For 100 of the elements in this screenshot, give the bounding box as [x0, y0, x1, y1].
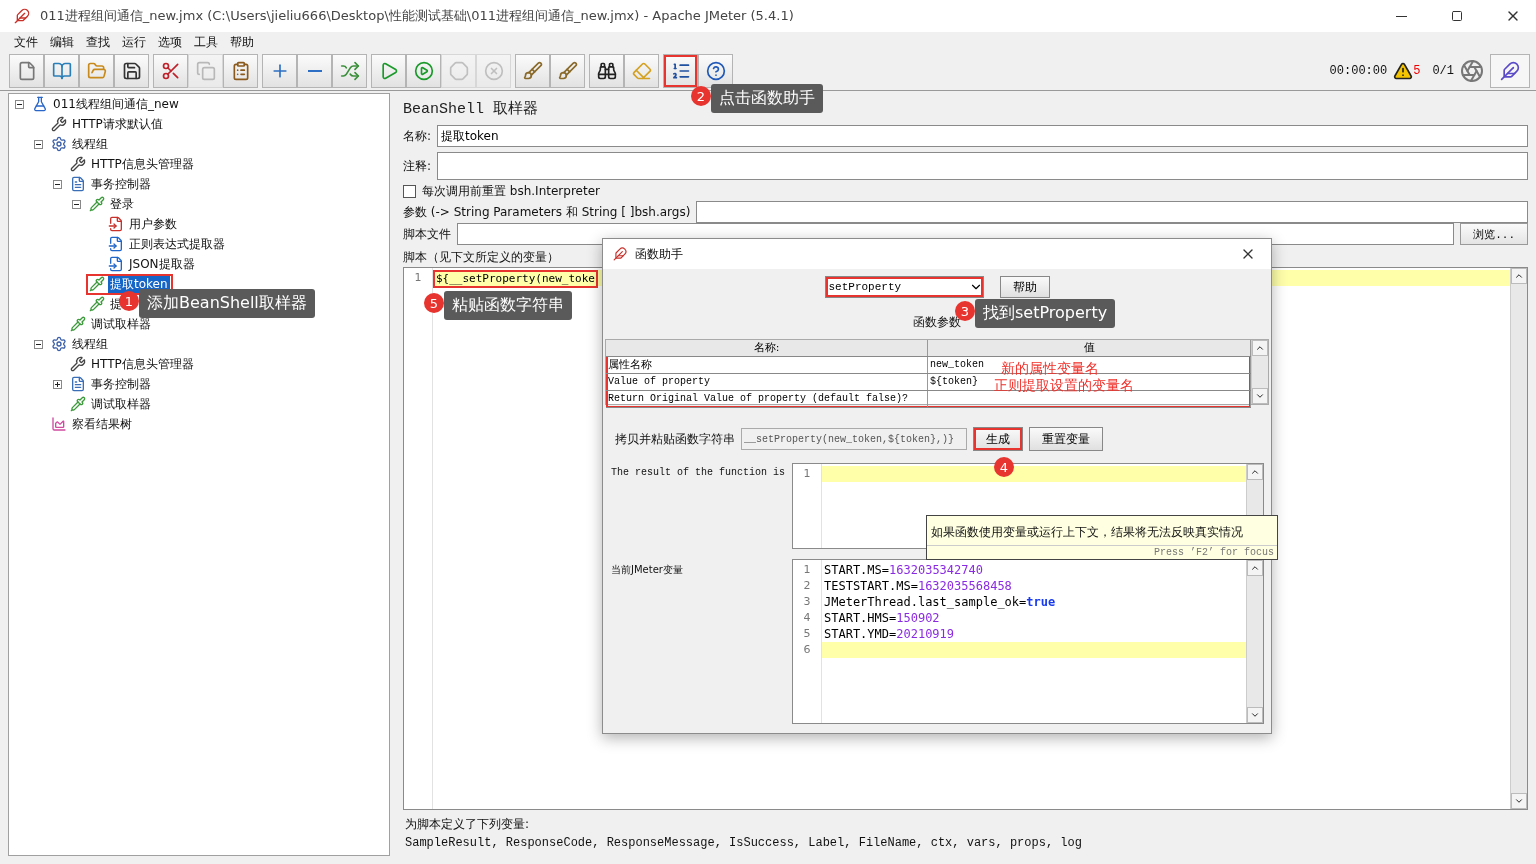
wrench-icon: [70, 156, 86, 172]
circle-x-icon: [483, 61, 504, 81]
binoculars-icon: [596, 61, 617, 81]
maximize-icon: [1451, 10, 1463, 22]
comment-field[interactable]: [437, 152, 1528, 180]
collapse-toggle-icon[interactable]: [34, 139, 43, 149]
page-arrow-icon: [108, 216, 124, 232]
menu-item[interactable]: 运行: [116, 33, 152, 51]
tree-item[interactable]: HTTP请求默认值: [70, 115, 165, 133]
scroll-down-icon[interactable]: [1514, 796, 1524, 806]
toolbar-button[interactable]: [663, 54, 698, 88]
tree-item[interactable]: HTTP信息头管理器: [89, 355, 196, 373]
tree-item[interactable]: 线程组: [70, 135, 110, 153]
tree-item[interactable]: 正则表达式提取器: [127, 235, 227, 253]
code-line: START.MS=1632035342740: [824, 563, 983, 577]
tree-item[interactable]: JSON提取器: [127, 255, 197, 273]
scrollbar[interactable]: [1510, 268, 1527, 809]
warning-count: 5: [1413, 64, 1421, 78]
browse-button[interactable]: 浏览...: [1460, 223, 1528, 245]
code-line: START.YMD=20210919: [824, 627, 955, 641]
scroll-up-icon[interactable]: [1514, 271, 1524, 281]
menu-item[interactable]: 编辑: [44, 33, 80, 51]
field-label: 脚本文件: [403, 225, 451, 243]
step-badge: 2: [691, 86, 711, 106]
tree-item[interactable]: 察看结果树: [70, 415, 134, 433]
variables-editor[interactable]: 1 2 3 4 5 6 START.MS=1632035342740 TESTSTART.MS=1632035568458 JMeterThread.last_sample_ok=true START.HMS=150902 START.YMD=20210919: [792, 559, 1264, 724]
field-label: 参数 (-> String Parameters 和 String [ ]bsh.args): [403, 203, 691, 221]
tree-item[interactable]: 登录: [108, 195, 136, 213]
table-cell[interactable]: new_token: [930, 358, 984, 372]
scroll-up-icon[interactable]: [1250, 563, 1260, 573]
chart-icon: [51, 416, 67, 432]
collapse-toggle-icon[interactable]: [72, 199, 81, 209]
code-line: ${__setProperty(new_toke: [433, 270, 598, 288]
gear-icon: [51, 136, 67, 152]
panel-title: BeanShell 取样器: [403, 101, 538, 119]
table-cell[interactable]: ${token}: [930, 375, 978, 389]
function-string-field[interactable]: __setProperty(new_token,${token},)}: [741, 428, 967, 450]
wrench-icon: [70, 356, 86, 372]
gear-icon: [51, 336, 67, 352]
tree-item[interactable]: 事务控制器: [89, 175, 153, 193]
menu-item[interactable]: 工具: [188, 33, 224, 51]
variables-heading: 为脚本定义了下列变量:: [405, 816, 531, 833]
pipette-icon: [89, 276, 105, 292]
tree-item[interactable]: 011线程组间通信_new: [51, 95, 181, 113]
menu-item[interactable]: 查找: [80, 33, 116, 51]
scroll-down-icon[interactable]: [1255, 391, 1265, 401]
scrollbar[interactable]: [1246, 560, 1263, 723]
reset-variables-button[interactable]: 重置变量: [1029, 427, 1103, 451]
tree-item[interactable]: 用户参数: [127, 215, 179, 233]
thread-count: 0/1: [1432, 64, 1454, 78]
dialog-title: 函数助手: [635, 245, 684, 263]
toolbar-button[interactable]: [698, 54, 733, 88]
line-number: 1: [413, 270, 423, 286]
expand-toggle-icon[interactable]: [53, 379, 62, 389]
line-number: 2: [802, 578, 812, 594]
menu-item[interactable]: 文件: [8, 33, 44, 51]
tooltip-text: 如果函数使用变量或运行上下文，结果将无法反映真实情况: [930, 524, 1244, 541]
scrollbar[interactable]: [1251, 340, 1268, 404]
table-cell: 属性名称: [608, 358, 652, 372]
collapse-toggle-icon[interactable]: [15, 99, 24, 109]
pipette-icon: [89, 196, 105, 212]
collapse-toggle-icon[interactable]: [34, 339, 43, 349]
tree-item[interactable]: HTTP信息头管理器: [89, 155, 196, 173]
elapsed-time: 00:00:00: [1329, 64, 1388, 78]
help-button[interactable]: 帮助: [999, 276, 1050, 298]
toolbar-button[interactable]: [589, 54, 624, 88]
menu-item[interactable]: 帮助: [224, 33, 260, 51]
menu-item[interactable]: 选项: [152, 33, 188, 51]
toolbar-button[interactable]: [114, 54, 149, 88]
logo-button[interactable]: [1490, 54, 1530, 88]
code-line: TESTSTART.MS=1632035568458: [824, 579, 1012, 593]
tree-item[interactable]: 线程组: [70, 335, 110, 353]
stop-sign-icon: [448, 61, 469, 81]
scissors-icon: [160, 61, 181, 81]
callout-label: 点击函数助手: [711, 84, 823, 113]
brush-icon: [522, 61, 543, 81]
parameters-field[interactable]: [696, 201, 1528, 223]
collapse-toggle-icon[interactable]: [53, 179, 62, 189]
page-arrow-icon: [108, 256, 124, 272]
checkbox[interactable]: [403, 184, 416, 198]
generate-button[interactable]: 生成: [973, 427, 1023, 451]
code-line: START.HMS=150902: [824, 611, 940, 625]
wrench-icon: [51, 116, 67, 132]
scroll-up-icon[interactable]: [1250, 467, 1260, 477]
feather-icon: [613, 247, 627, 261]
scroll-down-icon[interactable]: [1250, 710, 1260, 720]
tree-item[interactable]: 事务控制器: [89, 375, 153, 393]
function-dropdown[interactable]: setProperty: [824, 276, 984, 298]
scroll-up-icon[interactable]: [1255, 343, 1265, 353]
field-label: 脚本（见下文所定义的变量）: [403, 248, 559, 266]
name-field[interactable]: 提取token: [437, 125, 1528, 147]
books-icon: [51, 61, 72, 81]
pipette-icon: [70, 396, 86, 412]
dial-icon[interactable]: [1460, 59, 1484, 83]
annotation-note: 正则提取设置的变量名: [994, 377, 1134, 395]
tree-item[interactable]: 调试取样器: [89, 395, 153, 413]
callout-label: 找到setProperty: [975, 299, 1116, 328]
feather-icon: [14, 8, 30, 24]
tree-item[interactable]: 调试取样器: [89, 315, 153, 333]
toggle-arrows-icon: [339, 61, 360, 81]
